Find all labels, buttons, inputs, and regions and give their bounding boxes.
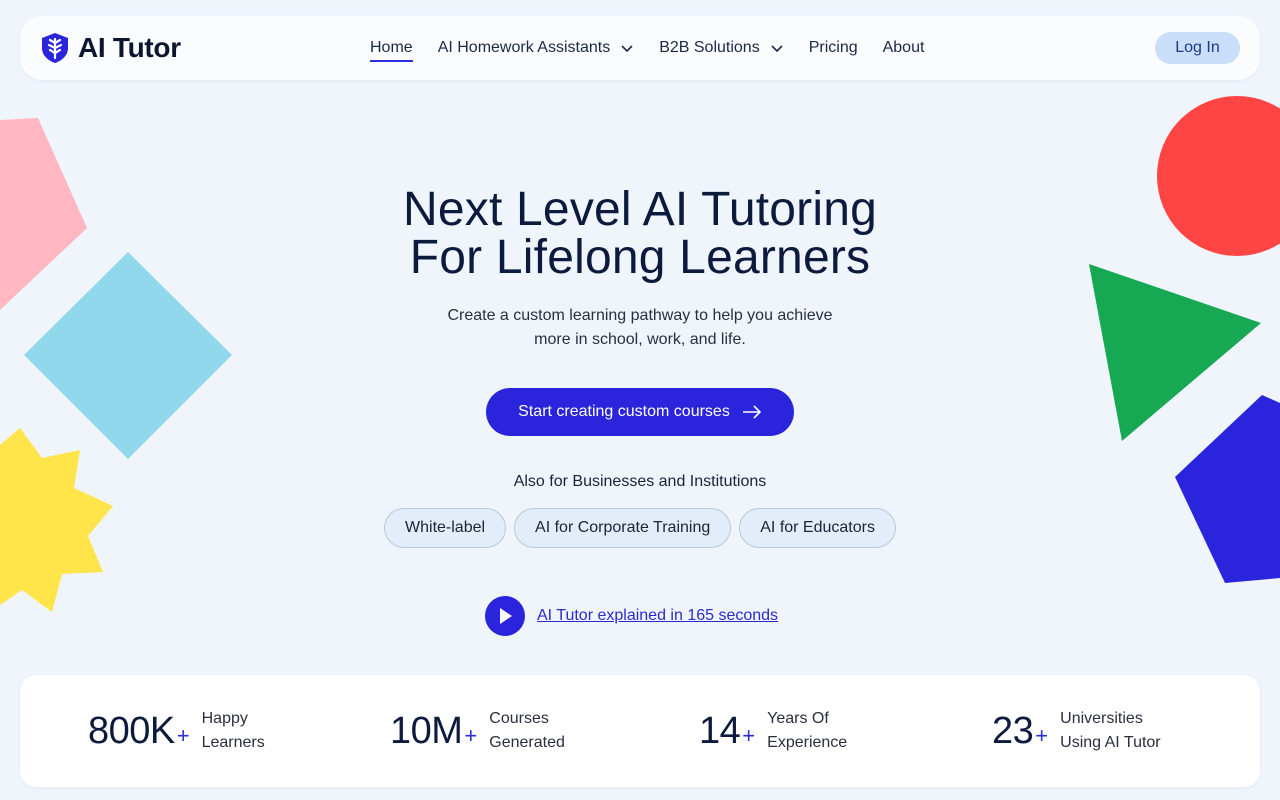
hero-subtitle: Create a custom learning pathway to help… (447, 307, 833, 348)
nav-about[interactable]: About (883, 33, 925, 63)
explainer-video-link[interactable]: AI Tutor explained in 165 seconds (485, 596, 778, 636)
stat-experience: 14 + Years Of Experience (699, 675, 847, 787)
stat-courses: 10M + Courses Generated (390, 675, 565, 787)
stat-plus: + (464, 723, 478, 748)
chevron-down-icon (620, 41, 634, 55)
stat-label-line2: Using AI Tutor (1060, 734, 1161, 751)
stat-plus: + (176, 723, 190, 748)
stat-number: 10M (390, 709, 463, 752)
stat-label: Years Of Experience (767, 707, 847, 755)
nav-b2b-label: B2B Solutions (659, 39, 760, 56)
stat-learners: 800K + Happy Learners (88, 675, 265, 787)
stat-number: 14 (699, 709, 741, 752)
video-link-label: AI Tutor explained in 165 seconds (537, 607, 779, 624)
stat-plus: + (1035, 723, 1049, 748)
stat-number: 23 (992, 709, 1034, 752)
start-creating-courses-button[interactable]: Start creating custom courses (486, 388, 794, 436)
stat-label: Universities Using AI Tutor (1060, 707, 1161, 755)
login-button[interactable]: Log In (1155, 32, 1240, 64)
pill-educators[interactable]: AI for Educators (739, 508, 896, 548)
hero-title-line1: Next Level AI Tutoring (403, 183, 877, 236)
stat-label-line2: Experience (767, 734, 848, 751)
stat-label: Happy Learners (202, 707, 265, 755)
hero-title: Next Level AI Tutoring For Lifelong Lear… (0, 186, 1280, 282)
stat-label-line2: Generated (489, 734, 565, 751)
stat-label: Courses Generated (489, 707, 565, 755)
play-icon (485, 596, 525, 636)
nav-about-label: About (882, 39, 925, 56)
business-pills: White-label AI for Corporate Training AI… (0, 508, 1280, 548)
stat-label-line1: Universities (1060, 710, 1143, 727)
main-nav: Home AI Homework Assistants B2B Solution… (370, 16, 949, 80)
stat-label-line1: Years Of (767, 710, 829, 727)
stat-label-line2: Learners (201, 734, 265, 751)
nav-home-label: Home (370, 39, 413, 56)
stat-label-line1: Happy (201, 710, 248, 727)
chevron-down-icon (770, 41, 784, 55)
hero-title-line2: For Lifelong Learners (409, 231, 871, 284)
nav-ai-homework-label: AI Homework Assistants (437, 39, 611, 56)
pill-white-label[interactable]: White-label (384, 508, 507, 548)
nav-home[interactable]: Home (370, 33, 413, 63)
hero-section: Next Level AI Tutoring For Lifelong Lear… (0, 186, 1280, 352)
brand-logo[interactable]: AI Tutor (40, 31, 181, 65)
stat-number: 800K (88, 709, 175, 752)
stats-bar: 800K + Happy Learners 10M + Courses Gene… (20, 675, 1260, 787)
nav-pricing[interactable]: Pricing (809, 33, 858, 63)
stat-universities: 23 + Universities Using AI Tutor (992, 675, 1161, 787)
shield-leaf-icon (40, 32, 70, 64)
business-heading: Also for Businesses and Institutions (513, 473, 767, 490)
arrow-right-icon (742, 405, 762, 419)
brand-name: AI Tutor (78, 32, 181, 63)
nav-ai-homework-assistants[interactable]: AI Homework Assistants (438, 33, 635, 63)
cta-label: Start creating custom courses (518, 403, 730, 420)
nav-b2b-solutions[interactable]: B2B Solutions (659, 33, 784, 63)
stat-plus: + (742, 723, 756, 748)
nav-pricing-label: Pricing (808, 39, 858, 56)
pill-corporate-training[interactable]: AI for Corporate Training (514, 508, 732, 548)
stat-label-line1: Courses (489, 710, 549, 727)
top-navbar: AI Tutor Home AI Homework Assistants B2B… (20, 16, 1260, 80)
